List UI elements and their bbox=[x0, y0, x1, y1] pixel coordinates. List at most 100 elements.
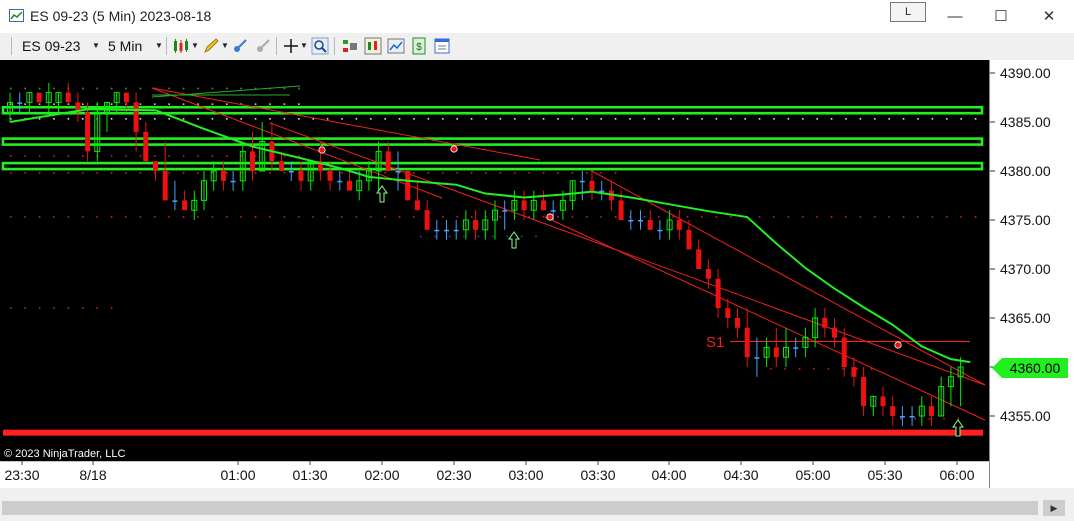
level-dot bbox=[542, 171, 545, 174]
level-dot bbox=[902, 118, 905, 120]
level-dot bbox=[24, 103, 26, 105]
level-dot bbox=[614, 171, 617, 174]
price-tick-label: 4380.00 bbox=[1000, 163, 1051, 179]
time-axis[interactable]: 23:30 8/18 01:00 01:30 02:00 02:30 03:00 03:30 0… bbox=[0, 460, 989, 488]
minimize-button[interactable]: — bbox=[932, 0, 978, 33]
level-dot bbox=[758, 118, 761, 120]
level-dot bbox=[773, 118, 775, 120]
level-dot bbox=[269, 216, 271, 218]
level-dot bbox=[154, 118, 156, 120]
price-tick-label: 4390.00 bbox=[1000, 65, 1051, 81]
candle-body-down bbox=[676, 220, 682, 230]
detach-icon[interactable] bbox=[254, 37, 272, 55]
level-dot bbox=[269, 118, 271, 120]
level-dot bbox=[341, 216, 343, 218]
price-chart[interactable]: S1 © 2023 NinjaTrader, LLC bbox=[0, 60, 989, 461]
level-dot bbox=[298, 87, 300, 90]
level-dot bbox=[802, 216, 804, 218]
level-dot bbox=[902, 216, 905, 218]
level-dot bbox=[571, 216, 574, 218]
crosshair-icon[interactable] bbox=[282, 37, 300, 55]
horizontal-scrollbar[interactable]: ▶ bbox=[0, 497, 1074, 521]
level-dot bbox=[24, 87, 26, 90]
link-button[interactable]: L bbox=[890, 2, 926, 22]
current-price-label: 4360.00 bbox=[1010, 360, 1061, 376]
level-dot bbox=[96, 87, 98, 90]
price-axis[interactable]: 4390.00 4385.00 4380.00 4375.00 4370.00 4365.… bbox=[989, 60, 1074, 488]
chart-panel[interactable]: S1 © 2023 NinjaTrader, LLC bbox=[0, 60, 989, 461]
candle-body-down bbox=[696, 249, 702, 269]
level-dot bbox=[859, 216, 862, 218]
instrument-dropdown-icon[interactable]: ▼ bbox=[92, 41, 100, 50]
level-dot bbox=[82, 87, 84, 90]
level-dot bbox=[168, 171, 170, 174]
level-dot bbox=[813, 367, 815, 370]
scroll-right-icon[interactable]: ▶ bbox=[1043, 500, 1065, 516]
level-dot bbox=[168, 118, 170, 120]
chart-toolbar: ES 09-23 ▼ 5 Min ▼ ▼ ▼ ▼ $ bbox=[0, 33, 1074, 61]
level-dot bbox=[341, 171, 343, 174]
attach-indicator-icon[interactable] bbox=[231, 37, 249, 55]
level-dot bbox=[211, 87, 214, 90]
level-dot bbox=[24, 155, 26, 157]
level-dot bbox=[182, 171, 185, 174]
data-series-icon[interactable] bbox=[364, 37, 382, 55]
level-dot bbox=[715, 216, 718, 218]
candle-body-down bbox=[705, 269, 711, 279]
level-dot bbox=[420, 235, 422, 238]
level-dot bbox=[53, 87, 55, 90]
level-dot bbox=[427, 171, 430, 174]
candlestick-style-icon[interactable] bbox=[172, 37, 190, 55]
candle-body-down bbox=[385, 151, 391, 171]
candle-body-down bbox=[725, 308, 731, 318]
level-dot bbox=[341, 118, 343, 120]
level-dot bbox=[10, 171, 12, 174]
candle-body-down bbox=[250, 151, 255, 171]
level-dot bbox=[470, 216, 473, 218]
level-dot bbox=[528, 171, 530, 174]
level-dot bbox=[38, 216, 41, 218]
level-dot bbox=[226, 118, 228, 120]
level-dot bbox=[643, 118, 646, 120]
level-dot bbox=[506, 235, 508, 238]
close-button[interactable]: ✕ bbox=[1026, 0, 1072, 33]
level-dot bbox=[10, 307, 12, 309]
scrollbar-thumb[interactable] bbox=[2, 501, 1038, 515]
level-dot bbox=[283, 216, 286, 218]
strategy-icon[interactable] bbox=[341, 37, 359, 55]
properties-icon[interactable] bbox=[433, 37, 451, 55]
candle-body-down bbox=[65, 92, 71, 103]
level-dot bbox=[211, 171, 214, 174]
interval-dropdown-icon[interactable]: ▼ bbox=[155, 41, 163, 50]
pencil-draw-icon[interactable] bbox=[202, 37, 220, 55]
trend-lines[interactable] bbox=[151, 85, 986, 421]
time-tick-label: 03:00 bbox=[508, 467, 543, 483]
level-dot bbox=[514, 171, 516, 174]
level-dot bbox=[211, 155, 214, 157]
level-dot bbox=[946, 216, 948, 218]
title-bar: ES 09-23 (5 Min) 2023-08-18 L — ☐ ✕ bbox=[0, 0, 1074, 33]
level-dot bbox=[254, 216, 257, 218]
level-dot bbox=[571, 171, 574, 174]
crosshair-dropdown-icon[interactable]: ▼ bbox=[300, 41, 308, 50]
level-dot bbox=[182, 216, 185, 218]
level-dot bbox=[298, 216, 300, 218]
zoom-icon[interactable] bbox=[311, 37, 329, 55]
level-dot bbox=[830, 118, 833, 120]
instrument-selector[interactable]: ES 09-23 bbox=[22, 38, 80, 54]
candle-body-down bbox=[347, 180, 352, 191]
candle-body-down bbox=[715, 278, 721, 309]
chart-trader-icon[interactable] bbox=[387, 37, 405, 55]
maximize-button[interactable]: ☐ bbox=[978, 0, 1024, 33]
interval-selector[interactable]: 5 Min bbox=[108, 38, 142, 54]
candle-body-down bbox=[220, 171, 226, 181]
level-dot bbox=[226, 103, 228, 105]
price-icon[interactable]: $ bbox=[410, 37, 428, 55]
draw-dropdown-icon[interactable]: ▼ bbox=[221, 41, 229, 50]
level-dot bbox=[298, 118, 300, 120]
candle-body-doji bbox=[444, 229, 449, 232]
horizontal-level-lines[interactable] bbox=[1, 105, 984, 436]
style-dropdown-icon[interactable]: ▼ bbox=[191, 41, 199, 50]
candle-body-doji bbox=[909, 416, 915, 418]
level-dot bbox=[413, 171, 415, 174]
